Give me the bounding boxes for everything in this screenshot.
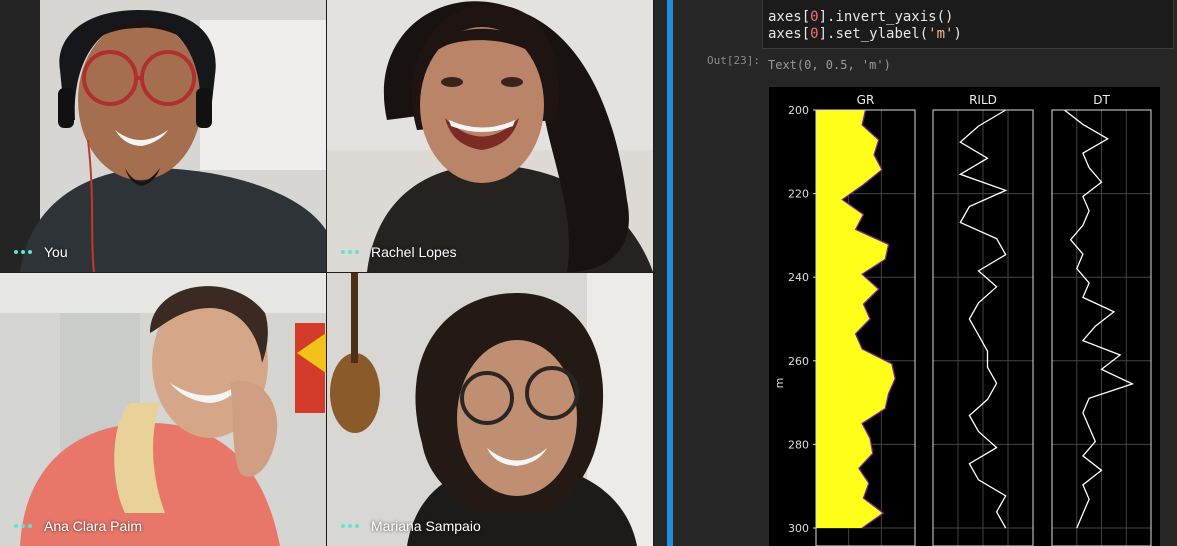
participant-video-mariana-sampaio	[327, 273, 653, 546]
video-tile-you[interactable]: You	[0, 0, 326, 272]
participant-name: You	[44, 244, 68, 260]
more-options-icon[interactable]	[14, 250, 32, 254]
participant-name-tag: Rachel Lopes	[341, 244, 457, 260]
well-log-chart: 200 220 240 260 280 300 m GR RILD DT	[769, 87, 1160, 546]
video-tile-rachel-lopes[interactable]: Rachel Lopes	[327, 0, 653, 272]
more-options-icon[interactable]	[341, 524, 359, 528]
code-line: axes[0].set_ylabel('m')	[763, 26, 1173, 43]
panel-title-dt: DT	[1093, 93, 1110, 107]
panel-title-rild: RILD	[969, 93, 997, 107]
y-tick-label: 260	[788, 355, 809, 368]
code-number: 0	[810, 26, 819, 42]
more-options-icon[interactable]	[341, 250, 359, 254]
y-tick-label: 240	[788, 271, 809, 284]
panel-title-gr: GR	[857, 93, 875, 107]
code-cell[interactable]: axes[0].invert_yaxis() axes[0].set_ylabe…	[762, 0, 1174, 49]
video-tile-mariana-sampaio[interactable]: Mariana Sampaio	[327, 273, 653, 546]
code-token: axes[	[768, 9, 811, 25]
active-cell-indicator	[667, 0, 673, 546]
participant-name-tag: Ana Clara Paim	[14, 518, 142, 534]
y-axis-label: m	[773, 378, 786, 389]
output-prompt: Out[23]:	[707, 54, 760, 67]
code-token: )	[953, 26, 962, 42]
y-tick-label: 300	[788, 522, 809, 535]
y-tick-label: 200	[788, 104, 809, 117]
code-token: ].invert_yaxis()	[818, 9, 954, 25]
participant-video-you	[0, 0, 326, 272]
participant-name: Rachel Lopes	[371, 244, 457, 260]
code-token: axes[	[768, 26, 811, 42]
more-options-icon[interactable]	[14, 524, 32, 528]
y-tick-label: 220	[788, 188, 809, 201]
participant-name: Ana Clara Paim	[44, 518, 143, 534]
code-line: axes[0].invert_yaxis()	[763, 9, 1173, 26]
code-number: 0	[810, 9, 819, 25]
participant-name-tag: Mariana Sampaio	[341, 518, 481, 534]
participant-name-tag: You	[14, 244, 68, 260]
video-tile-ana-clara-paim[interactable]: Ana Clara Paim	[0, 273, 326, 546]
y-tick-label: 280	[788, 438, 809, 451]
participant-video-ana-clara-paim	[0, 273, 326, 546]
code-string: 'm'	[928, 26, 954, 42]
output-text: Text(0, 0.5, 'm')	[768, 58, 891, 72]
participant-video-rachel-lopes	[327, 0, 653, 272]
code-token: ].set_ylabel(	[818, 26, 929, 42]
participant-name: Mariana Sampaio	[371, 518, 481, 534]
